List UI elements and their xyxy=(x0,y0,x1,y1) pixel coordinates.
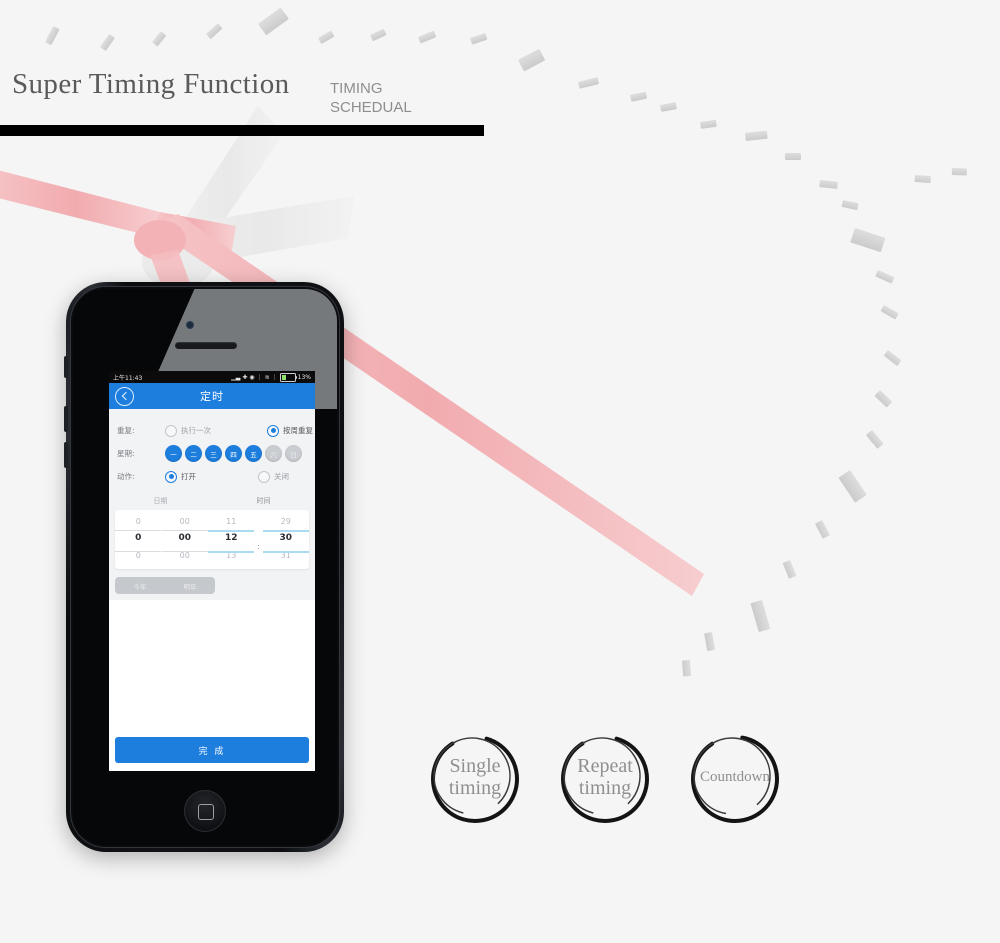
radio-execute-once[interactable]: 执行一次 xyxy=(165,424,211,437)
bluetooth-icon: ✚ xyxy=(242,373,248,381)
earpiece-speaker xyxy=(175,342,237,349)
page-subtitle: TIMING SCHEDUAL xyxy=(330,79,450,117)
picker-time-separator: : xyxy=(255,516,263,561)
picker-value-above: 0 xyxy=(135,517,141,526)
weekday-button-sat[interactable]: 六 xyxy=(265,445,282,462)
phone-mockup: 上午11:43 ▁▃ ✚ ◉ ⋮ ≋ ⋮ 13% 定时 重复: 执行一次 按周重… xyxy=(64,282,344,852)
status-bar-time: 上午11:43 xyxy=(113,374,143,382)
radio-action-on-label: 打开 xyxy=(181,472,196,481)
home-square-icon xyxy=(198,804,214,820)
status-bar: 上午11:43 ▁▃ ✚ ◉ ⋮ ≋ ⋮ 13% xyxy=(109,371,315,383)
badge-line-1: Repeat xyxy=(577,754,633,777)
radio-weekly-repeat-label: 按周重复 xyxy=(283,426,313,435)
navbar-title: 定时 xyxy=(200,390,224,403)
radio-dot-icon xyxy=(165,424,177,437)
subtitle-line-1: TIMING xyxy=(330,80,383,97)
weekday-button-mon[interactable]: 一 xyxy=(165,445,182,462)
back-button[interactable] xyxy=(115,386,134,406)
app-navbar: 定时 xyxy=(109,383,315,409)
action-row: 动作: 打开 关闭 xyxy=(109,465,315,488)
weekday-label: 星期: xyxy=(117,449,135,458)
segment-next-year[interactable]: 明年 xyxy=(165,581,215,591)
radio-weekly-repeat[interactable]: 按周重复 xyxy=(267,424,313,437)
segment-this-year[interactable]: 今年 xyxy=(115,581,165,591)
headline-block: Super Timing Function TIMING SCHEDUAL xyxy=(0,68,520,138)
badge-line-2: timing xyxy=(448,777,502,799)
picker-column-date-minor[interactable]: 00 00 00 xyxy=(161,516,209,561)
sim-icon: ⋮ xyxy=(271,373,278,381)
badge-caption: Countdown xyxy=(685,727,785,827)
repeat-label: 重复: xyxy=(117,426,135,435)
page-title: Super Timing Function xyxy=(12,68,290,100)
weekday-button-wed[interactable]: 三 xyxy=(205,445,222,462)
phone-volume-up-button[interactable] xyxy=(64,406,68,432)
badge-caption: Repeat timing xyxy=(555,727,655,827)
done-button-wrapper: 完 成 xyxy=(109,737,315,763)
picker-column-date-major[interactable]: 0 0 0 xyxy=(115,516,162,561)
year-segmented-control[interactable]: 今年 明年 xyxy=(115,577,215,594)
badge-line-1: Countdown xyxy=(699,768,770,785)
phone-glass: 上午11:43 ▁▃ ✚ ◉ ⋮ ≋ ⋮ 13% 定时 重复: 执行一次 按周重… xyxy=(73,289,337,845)
badge-countdown[interactable]: Countdown xyxy=(685,727,785,827)
shield-icon: ◉ xyxy=(249,373,255,381)
picker-headers: 日期 时间 xyxy=(109,488,315,510)
home-button[interactable] xyxy=(184,790,226,832)
radio-action-off-label: 关闭 xyxy=(274,472,289,481)
title-underline-bar xyxy=(0,125,484,136)
badge-line-2: timing xyxy=(578,777,632,799)
timer-form: 重复: 执行一次 按周重复 星期: 一 二 三 四 五 六 日 动作: 打开 关… xyxy=(109,409,315,600)
picker-value-selected: 30 xyxy=(279,533,293,543)
weekday-button-thu[interactable]: 四 xyxy=(225,445,242,462)
picker-value-selected: 00 xyxy=(178,533,192,543)
repeat-row: 重复: 执行一次 按周重复 xyxy=(109,419,315,442)
radio-dot-icon xyxy=(258,470,270,483)
action-label: 动作: xyxy=(117,472,135,481)
weekday-button-fri[interactable]: 五 xyxy=(245,445,262,462)
picker-value-selected: 12 xyxy=(224,533,238,543)
chevron-left-icon xyxy=(121,391,130,401)
badge-single-timing[interactable]: Single timing xyxy=(425,727,525,827)
datetime-picker[interactable]: 0 0 0 00 00 00 11 12 13: 29 30 31 xyxy=(115,510,309,569)
subtitle-line-2: SCHEDUAL xyxy=(330,99,412,116)
battery-icon xyxy=(279,372,298,382)
radio-execute-once-label: 执行一次 xyxy=(181,426,211,435)
picker-value-selected: 0 xyxy=(135,533,142,543)
picker-header-time: 时间 xyxy=(256,497,271,505)
signal-icon: ▁▃ xyxy=(231,373,241,381)
picker-header-date: 日期 xyxy=(153,497,168,505)
radio-action-off[interactable]: 关闭 xyxy=(258,470,289,483)
front-camera-icon xyxy=(186,321,194,329)
radio-action-on[interactable]: 打开 xyxy=(165,470,196,483)
weekday-button-sun[interactable]: 日 xyxy=(285,445,302,462)
done-button[interactable]: 完 成 xyxy=(115,737,309,763)
picker-value-above: 11 xyxy=(226,517,237,526)
picker-column-minute[interactable]: 29 30 31 xyxy=(262,516,310,561)
feature-badges: Single timing Repeat timing Countdown xyxy=(425,722,815,842)
phone-mute-switch[interactable] xyxy=(64,356,68,378)
radio-dot-icon xyxy=(267,424,279,437)
picker-columns: 0 0 0 00 00 00 11 12 13: 29 30 31 xyxy=(115,516,309,561)
weekday-row: 星期: 一 二 三 四 五 六 日 xyxy=(109,442,315,465)
picker-value-above: 29 xyxy=(280,517,291,526)
weekday-buttons: 一 二 三 四 五 六 日 xyxy=(165,445,302,462)
phone-volume-down-button[interactable] xyxy=(64,442,68,468)
badge-caption: Single timing xyxy=(425,727,525,827)
app-screen: 上午11:43 ▁▃ ✚ ◉ ⋮ ≋ ⋮ 13% 定时 重复: 执行一次 按周重… xyxy=(109,371,315,771)
colon-glyph: : xyxy=(257,542,260,551)
radio-dot-icon xyxy=(165,470,177,483)
vibrate-icon: ⋮ xyxy=(256,373,263,381)
picker-column-hour[interactable]: 11 12 13 xyxy=(208,516,255,561)
picker-value-above: 00 xyxy=(179,517,190,526)
wifi-icon: ≋ xyxy=(264,373,270,381)
weekday-button-tue[interactable]: 二 xyxy=(185,445,202,462)
status-bar-icons: ▁▃ ✚ ◉ ⋮ ≋ ⋮ 13% xyxy=(231,372,311,382)
battery-percent: 13% xyxy=(297,373,311,381)
badge-line-1: Single xyxy=(449,754,501,777)
badge-repeat-timing[interactable]: Repeat timing xyxy=(555,727,655,827)
